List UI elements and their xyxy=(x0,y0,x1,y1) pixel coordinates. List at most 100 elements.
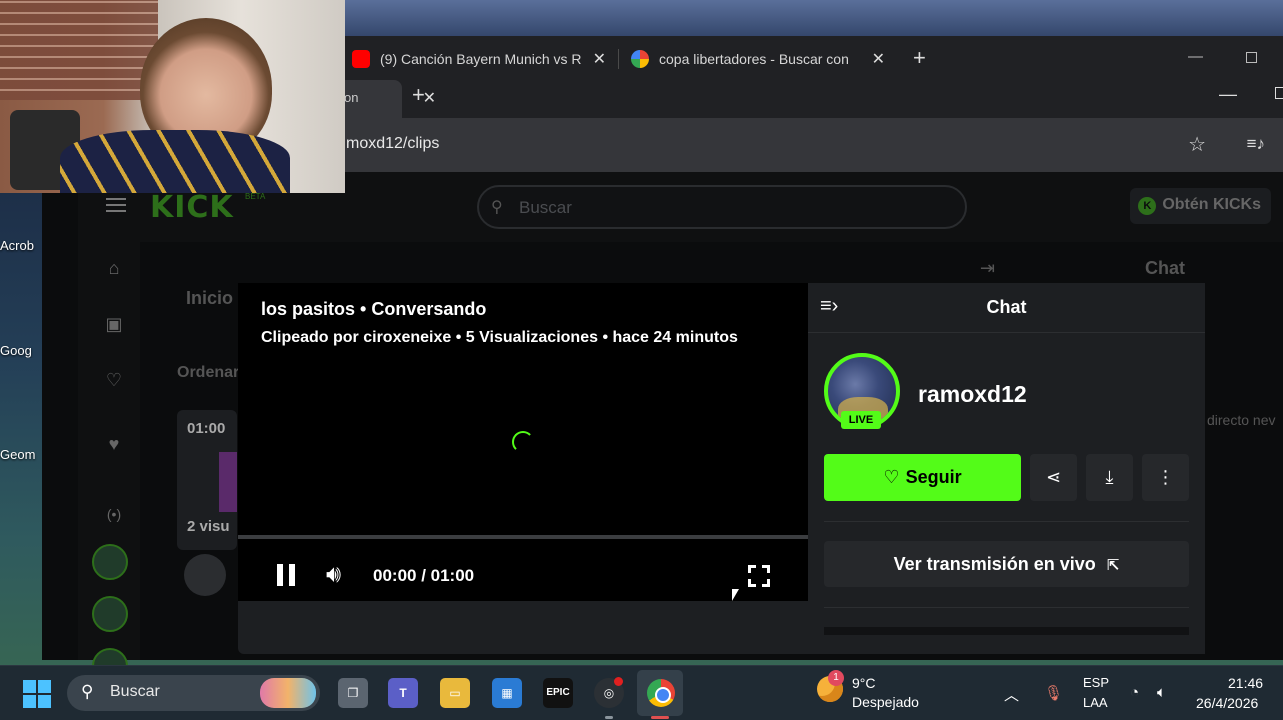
webcam-overlay xyxy=(0,0,345,193)
minimize-icon[interactable]: — xyxy=(1219,84,1237,105)
bg-clip-views: 2 visu xyxy=(187,518,230,535)
youtube-icon xyxy=(352,50,370,68)
bg-clip-thumb xyxy=(219,452,237,512)
live-channels-icon[interactable]: (•) xyxy=(102,506,126,522)
divider xyxy=(824,607,1189,608)
tab-youtube[interactable]: (9) Canción Bayern Munich vs R ✕ xyxy=(340,43,618,75)
app-active-indicator xyxy=(651,716,669,719)
bg-live-text: directo nev xyxy=(1207,412,1276,428)
weather-temperature[interactable]: 9°C xyxy=(852,675,876,691)
followed-channel-avatar[interactable] xyxy=(92,544,128,580)
chat-input-strip xyxy=(824,627,1189,635)
chat-title: Chat xyxy=(986,297,1027,317)
clock-date[interactable]: 26/4/2026 xyxy=(1196,695,1258,711)
tab-title: copa libertadores - Buscar con xyxy=(659,51,849,67)
new-tab-button[interactable]: + xyxy=(412,82,425,108)
weather-condition[interactable]: Despejado xyxy=(852,694,919,710)
chrome-icon xyxy=(647,679,675,707)
task-view-icon[interactable]: ❐ xyxy=(338,678,368,708)
volume-icon[interactable]: 🔊︎ xyxy=(326,561,341,589)
microsoft-store-icon[interactable]: ▦ xyxy=(492,678,522,708)
heart-icon: ♡ xyxy=(883,467,900,487)
video-progress-bar[interactable] xyxy=(238,535,808,539)
tab-google-search[interactable]: copa libertadores - Buscar con ✕ xyxy=(619,43,897,75)
new-tab-button[interactable]: + xyxy=(913,45,926,71)
bg-tab-inicio[interactable]: Inicio xyxy=(186,288,233,309)
media-control-icon[interactable]: ≡♪ xyxy=(1247,134,1265,154)
home-icon[interactable]: ⌂ xyxy=(102,258,126,279)
file-explorer-icon[interactable]: ▭ xyxy=(440,678,470,708)
close-icon[interactable]: ✕ xyxy=(872,49,885,69)
chevron-up-icon[interactable]: ︿ xyxy=(1004,684,1019,705)
minimize-icon[interactable]: — xyxy=(1188,48,1203,65)
search-placeholder: Buscar xyxy=(519,198,572,217)
back-browser-window: (9) Canción Bayern Munich vs R ✕ copa li… xyxy=(340,36,1283,76)
bg-clip-card[interactable]: 01:00 2 visu xyxy=(177,410,237,550)
kick-sidebar xyxy=(78,172,140,660)
address-bar[interactable]: moxd12/clips xyxy=(340,126,1283,164)
following-icon[interactable]: ♡ xyxy=(102,370,126,391)
desktop-icon-google[interactable]: Goog xyxy=(0,343,46,358)
follow-label: Seguir xyxy=(905,467,962,487)
epic-games-icon[interactable]: EPIC xyxy=(543,678,573,708)
maximize-icon[interactable] xyxy=(1275,87,1283,99)
follow-button[interactable]: ♡ Seguir xyxy=(824,454,1021,501)
watch-live-label: Ver transmisión en vivo xyxy=(893,554,1096,574)
start-button[interactable] xyxy=(23,680,51,708)
get-kicks-button[interactable]: K Obtén KICKs xyxy=(1130,188,1271,224)
search-icon: ⚲ xyxy=(81,682,94,701)
browse-icon[interactable]: ▣ xyxy=(102,314,126,335)
wifi-icon[interactable]: ◔ xyxy=(1130,684,1139,701)
weather-badge: 1 xyxy=(828,670,844,686)
watch-live-button[interactable]: Ver transmisión en vivo ⇱ xyxy=(824,541,1189,587)
kicks-coin-icon: K xyxy=(1138,197,1157,215)
followed-channel-avatar[interactable] xyxy=(92,596,128,632)
video-player[interactable]: los pasitos • Conversando Clipeado por c… xyxy=(238,283,808,601)
microphone-icon[interactable]: 🎙︎ xyxy=(1044,684,1063,702)
mouse-cursor xyxy=(732,589,739,601)
bookmark-star-icon[interactable]: ☆ xyxy=(1188,132,1206,157)
search-highlight-icon xyxy=(260,678,316,708)
webcam-wall xyxy=(0,0,158,100)
more-vertical-icon: ⋮ xyxy=(1156,467,1175,487)
fullscreen-icon[interactable] xyxy=(748,565,770,587)
download-button[interactable]: ⤓ xyxy=(1086,454,1133,501)
chat-panel: ≡› Chat LIVE ramoxd12 ♡ Seguir ⋖ ⤓ ⋮ Ver … xyxy=(808,283,1205,654)
tab-kick-clips[interactable]: on ✕ xyxy=(340,80,436,118)
bg-avatar xyxy=(184,554,226,596)
front-tab-strip: on ✕ + — xyxy=(340,76,1283,118)
teams-icon[interactable]: T xyxy=(388,678,418,708)
tab-title: (9) Canción Bayern Munich vs R xyxy=(380,51,582,67)
clock-time[interactable]: 21:46 xyxy=(1228,675,1263,691)
get-kicks-label: Obtén KICKs xyxy=(1162,196,1261,213)
divider xyxy=(824,521,1189,522)
speaker-icon[interactable]: 🔈︎ xyxy=(1157,684,1166,701)
front-browser-window: on ✕ + — moxd12/clips ☆ ≡♪ xyxy=(340,76,1283,172)
back-tab-strip: (9) Canción Bayern Munich vs R ✕ copa li… xyxy=(340,36,926,76)
clip-meta: Clipeado por ciroxeneixe • 5 Visualizaci… xyxy=(261,329,738,346)
tab-title: on xyxy=(344,90,359,105)
desktop-icon-geometry[interactable]: Geom xyxy=(0,447,46,462)
bg-collapse-chat-icon[interactable]: ⇥ xyxy=(980,258,995,279)
taskbar: ⚲ Buscar ❐ T ▭ ▦ EPIC ◎ 1 9°C Despejado … xyxy=(0,665,1283,720)
maximize-icon[interactable] xyxy=(1246,52,1257,63)
search-icon: ⚲ xyxy=(491,199,503,216)
keyboard-layout[interactable]: LAA xyxy=(1083,695,1108,710)
app-running-indicator xyxy=(605,716,613,719)
desktop-icon-acrobat[interactable]: Acrob xyxy=(0,238,46,253)
clip-modal: los pasitos • Conversando Clipeado por c… xyxy=(238,283,1205,654)
kick-beta-badge: BETA xyxy=(245,192,266,201)
kick-search-input[interactable]: ⚲ Buscar xyxy=(477,185,967,229)
taskbar-search[interactable]: ⚲ Buscar xyxy=(67,675,320,711)
share-button[interactable]: ⋖ xyxy=(1030,454,1077,501)
input-language[interactable]: ESP xyxy=(1083,675,1109,690)
more-options-button[interactable]: ⋮ xyxy=(1142,454,1189,501)
external-link-icon: ⇱ xyxy=(1106,557,1120,574)
close-icon[interactable]: ✕ xyxy=(593,49,606,69)
download-icon: ⤓ xyxy=(1105,467,1114,487)
favorites-icon[interactable]: ♥ xyxy=(102,434,126,455)
channel-name[interactable]: ramoxd12 xyxy=(918,381,1027,408)
menu-icon[interactable] xyxy=(106,198,126,212)
kick-logo[interactable]: KICK xyxy=(150,190,234,225)
pause-icon[interactable] xyxy=(276,564,296,586)
